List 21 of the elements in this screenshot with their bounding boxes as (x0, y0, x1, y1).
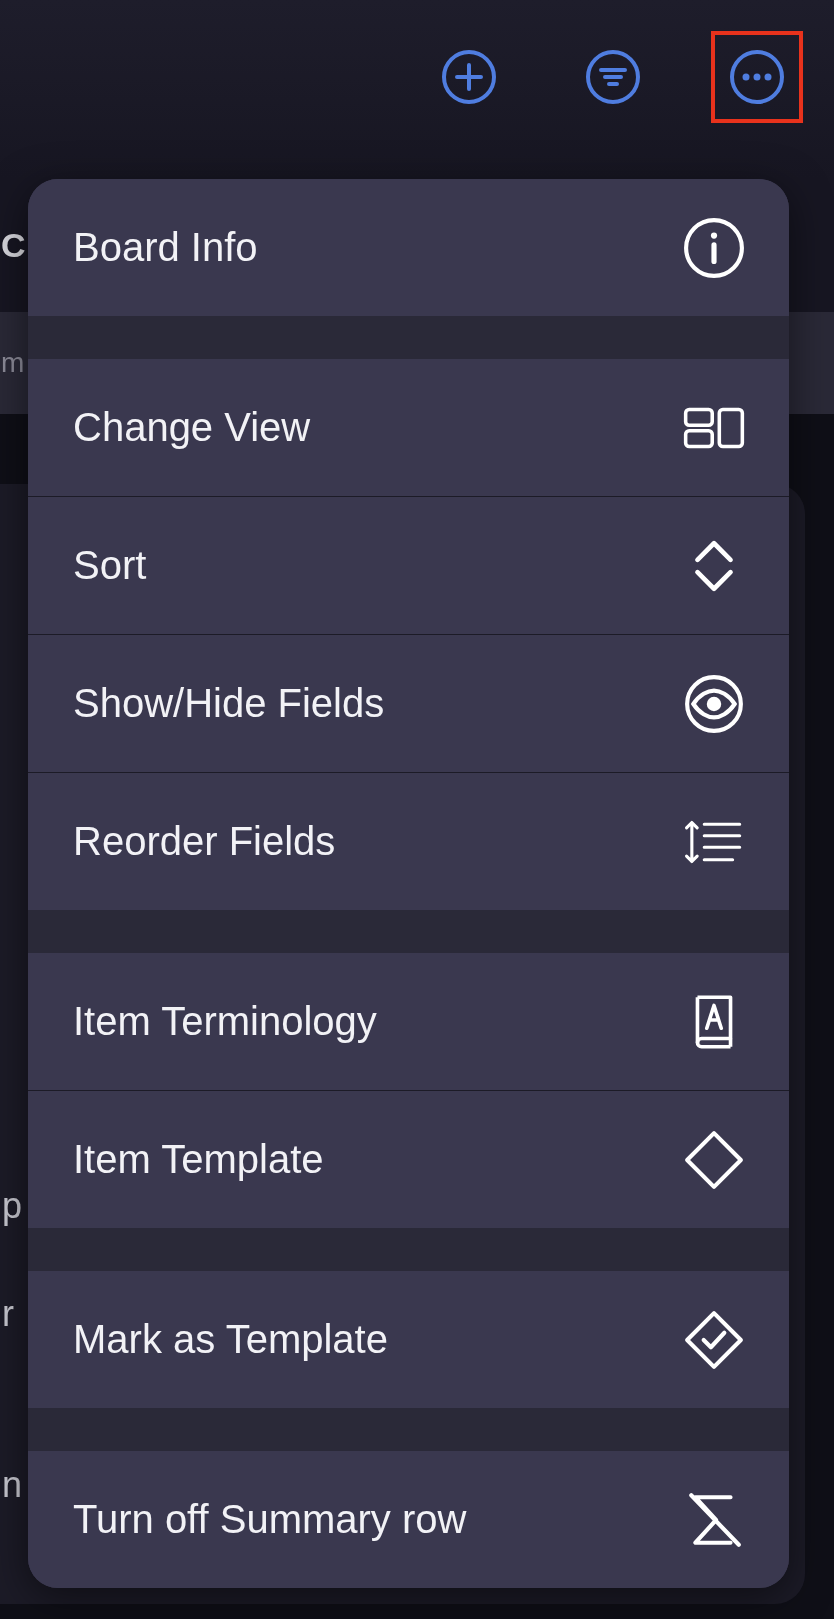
more-icon[interactable] (729, 49, 785, 105)
row-text: r (2, 1293, 14, 1334)
filter-icon[interactable] (585, 49, 641, 105)
menu-item[interactable]: Item Terminology (28, 953, 789, 1090)
row-text: n (2, 1464, 23, 1505)
eye-icon (683, 672, 745, 735)
toolbar-button[interactable] (711, 31, 803, 123)
menu-item[interactable]: Sort (28, 496, 789, 634)
menu-item[interactable]: Item Template (28, 1090, 789, 1228)
menu-item[interactable]: Turn off Summary row (28, 1451, 789, 1588)
diamond-icon (683, 1128, 745, 1191)
add-icon[interactable] (441, 49, 497, 105)
menu-item[interactable]: Board Info (28, 179, 789, 316)
menu-item[interactable]: Show/Hide Fields (28, 634, 789, 772)
board-title: C (1, 225, 26, 265)
info-icon (683, 216, 745, 279)
diamond-check-icon (683, 1308, 745, 1371)
menu-item[interactable]: Reorder Fields (28, 772, 789, 910)
row-text: p (2, 1185, 23, 1226)
menu-item[interactable]: Change View (28, 359, 789, 496)
menu-item[interactable]: Mark as Template (28, 1271, 789, 1408)
